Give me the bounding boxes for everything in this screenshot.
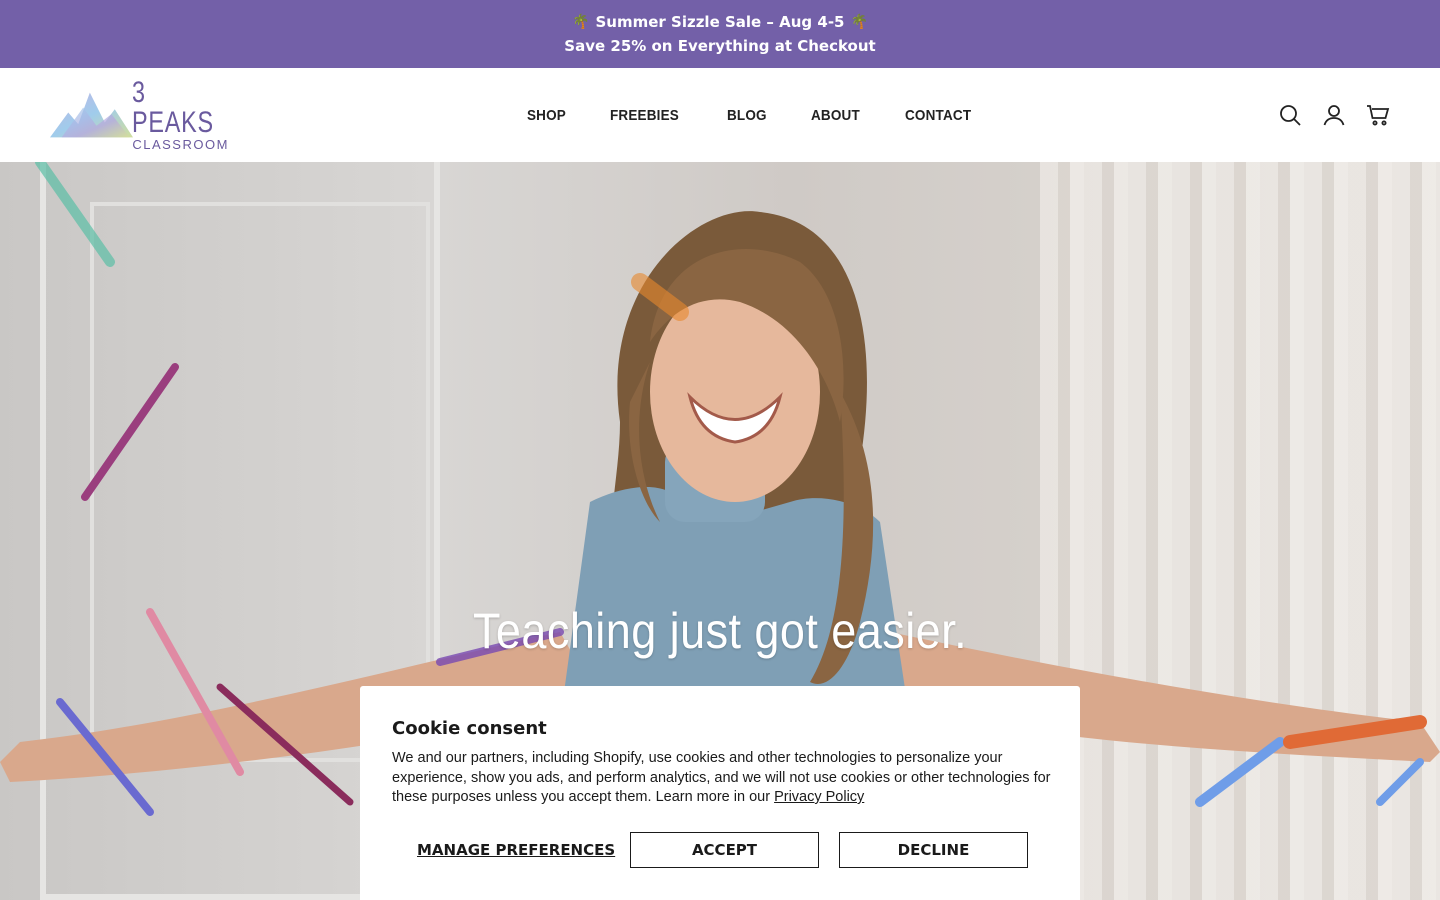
mountain-logo-icon [50,92,134,138]
cookie-title: Cookie consent [392,718,547,739]
cookie-buttons: MANAGE PREFERENCES ACCEPT DECLINE [392,832,1048,868]
main-nav: SHOP FREEBIES BLOG ABOUT CONTACT [527,68,979,162]
nav-contact[interactable]: CONTACT [905,107,971,124]
site-header: 3 PEAKS CLASSROOM SHOP FREEBIES BLOG ABO… [0,68,1440,162]
cookie-consent-dialog: Cookie consent We and our partners, incl… [360,686,1080,900]
announcement-bar: 🌴 Summer Sizzle Sale – Aug 4-5 🌴 Save 25… [0,0,1440,68]
privacy-policy-link[interactable]: Privacy Policy [774,789,864,805]
nav-freebies[interactable]: FREEBIES [610,107,679,124]
palm-tree-icon: 🌴 [572,14,590,30]
site-logo[interactable]: 3 PEAKS CLASSROOM [50,78,242,152]
decline-button[interactable]: DECLINE [839,832,1028,868]
account-icon[interactable] [1322,103,1346,127]
announcement-line-1: 🌴 Summer Sizzle Sale – Aug 4-5 🌴 [572,13,868,31]
announcement-subtitle: Save 25% on Everything at Checkout [564,37,876,55]
hero-headline: Teaching just got easier. [472,603,968,659]
logo-main-text: 3 PEAKS [132,76,215,139]
header-icons [1278,103,1390,127]
nav-blog[interactable]: BLOG [727,107,767,124]
nav-about[interactable]: ABOUT [811,107,860,124]
cart-icon[interactable] [1366,103,1390,127]
nav-shop[interactable]: SHOP [527,107,566,124]
manage-preferences-button[interactable]: MANAGE PREFERENCES [417,832,615,868]
cookie-body: We and our partners, including Shopify, … [392,749,1052,808]
logo-sub-text: CLASSROOM [132,137,229,152]
accept-button[interactable]: ACCEPT [630,832,819,868]
cookie-body-text: We and our partners, including Shopify, … [392,750,1051,805]
logo-text: 3 PEAKS CLASSROOM [132,78,242,152]
announcement-title: Summer Sizzle Sale – Aug 4-5 [595,13,845,31]
palm-tree-icon: 🌴 [850,14,868,30]
search-icon[interactable] [1278,103,1302,127]
